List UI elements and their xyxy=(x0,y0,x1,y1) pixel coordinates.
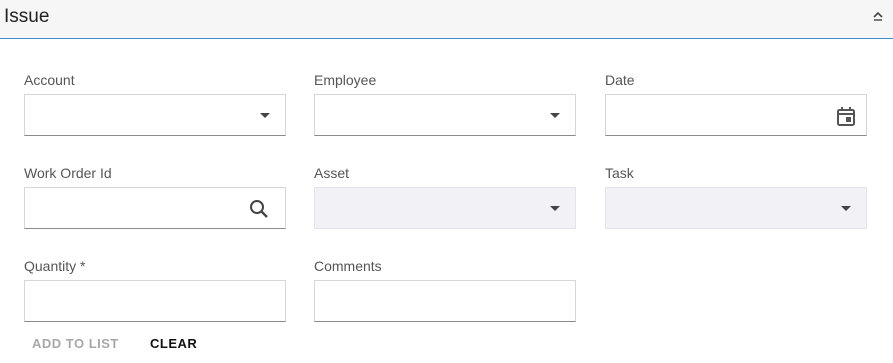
asset-dropdown[interactable] xyxy=(314,187,576,229)
dropdown-caret-icon[interactable] xyxy=(260,113,270,118)
comments-input[interactable] xyxy=(315,281,535,321)
work-order-id-input[interactable] xyxy=(25,188,245,228)
date-label: Date xyxy=(605,72,635,88)
task-dropdown[interactable] xyxy=(605,187,867,229)
quantity-label: Quantity * xyxy=(24,258,86,274)
account-dropdown[interactable] xyxy=(24,94,286,136)
asset-input[interactable] xyxy=(315,188,535,228)
calendar-icon[interactable] xyxy=(834,104,858,128)
date-field[interactable] xyxy=(605,94,867,136)
comments-label: Comments xyxy=(314,258,382,274)
section-header: Issue xyxy=(0,0,893,39)
dropdown-caret-icon[interactable] xyxy=(550,113,560,118)
work-order-id-label: Work Order Id xyxy=(24,165,112,181)
employee-label: Employee xyxy=(314,72,377,88)
chevron-up-icon[interactable] xyxy=(871,10,885,24)
task-input[interactable] xyxy=(606,188,826,228)
clear-button[interactable]: CLEAR xyxy=(150,336,197,351)
task-label: Task xyxy=(605,165,634,181)
search-icon[interactable] xyxy=(247,197,271,221)
comments-field[interactable] xyxy=(314,280,576,322)
account-label: Account xyxy=(24,72,75,88)
date-input[interactable] xyxy=(606,95,826,135)
asset-label: Asset xyxy=(314,165,350,181)
work-order-id-field[interactable] xyxy=(24,187,286,229)
dropdown-caret-icon[interactable] xyxy=(841,206,851,211)
dropdown-caret-icon[interactable] xyxy=(550,206,560,211)
employee-dropdown[interactable] xyxy=(314,94,576,136)
quantity-field[interactable] xyxy=(24,280,286,322)
quantity-input[interactable] xyxy=(25,281,245,321)
section-title: Issue xyxy=(4,6,50,27)
employee-input[interactable] xyxy=(315,95,535,135)
add-to-list-button[interactable]: ADD TO LIST xyxy=(32,336,119,351)
account-input[interactable] xyxy=(25,95,245,135)
